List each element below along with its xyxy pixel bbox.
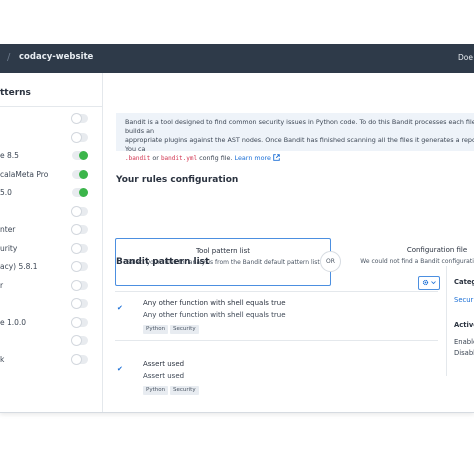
pattern-description: Any other function with shell equals tru… — [143, 311, 286, 319]
project-name-dropdown[interactable]: codacy-website — [19, 52, 93, 62]
sidebar-tool-item[interactable]: calaMeta Pro — [0, 167, 102, 183]
tool-toggle[interactable] — [72, 299, 88, 308]
tools-sidebar: tterns e 8.5 calaMeta Pro 5.0 nter urity acy)… — [0, 73, 103, 412]
tool-toggle[interactable] — [72, 114, 88, 123]
pattern-settings-button[interactable] — [418, 276, 440, 290]
category-heading: Categ — [454, 278, 474, 286]
learn-more-link[interactable]: Learn more — [235, 154, 281, 162]
list-divider — [115, 291, 438, 292]
sidebar-tool-label: 5.0 — [0, 188, 12, 197]
pattern-description: Assert used — [143, 372, 185, 380]
pattern-title[interactable]: Assert used — [143, 360, 184, 368]
sidebar-tool-item[interactable] — [0, 111, 102, 127]
pattern-tag: Python — [143, 325, 169, 334]
toggle-knob — [72, 114, 81, 123]
toggle-knob — [72, 317, 81, 327]
tool-toggle[interactable] — [72, 317, 88, 327]
tool-description-box: Bandit is a tool designed to find common… — [116, 113, 474, 162]
filter-disabled[interactable]: Disabl — [454, 349, 474, 357]
tool-toggle[interactable] — [72, 280, 88, 290]
tool-toggle[interactable] — [72, 132, 88, 142]
chevron-down-icon[interactable]: ⌄ — [84, 53, 90, 61]
sidebar-tool-item[interactable] — [0, 296, 102, 312]
toggle-knob — [72, 336, 81, 345]
tool-toggle[interactable] — [72, 225, 88, 234]
tool-toggle[interactable] — [72, 243, 88, 253]
tool-description: Bandit is a tool designed to find common… — [125, 118, 474, 163]
config-file-text: config file. — [199, 154, 233, 162]
sidebar-tool-item[interactable]: e 1.0.0 — [0, 315, 102, 331]
tool-toggle[interactable] — [72, 188, 88, 197]
description-line-1: Bandit is a tool designed to find common… — [125, 118, 474, 135]
sidebar-tool-label: k — [0, 354, 5, 364]
pattern-enabled-checkbox[interactable]: ✔ — [117, 365, 123, 373]
tool-pattern-title: Tool pattern list — [195, 247, 251, 255]
config-filename: .bandit — [125, 155, 151, 162]
toggle-knob — [72, 206, 81, 216]
sidebar-tool-item[interactable]: urity — [0, 241, 102, 257]
description-line-2: appropriate plugins against the AST node… — [125, 136, 474, 153]
tool-toggle[interactable] — [72, 336, 88, 345]
tool-toggle[interactable] — [72, 354, 88, 364]
sidebar-tool-item[interactable]: e 8.5 — [0, 148, 102, 164]
tool-toggle[interactable] — [72, 169, 88, 179]
rules-config-heading: Your rules configuration — [116, 175, 239, 185]
toggle-knob — [79, 188, 88, 197]
configuration-file-title: Configuration file — [406, 246, 468, 254]
sidebar-tool-label: urity — [0, 243, 18, 253]
tool-toggle[interactable] — [72, 206, 88, 216]
category-security-link[interactable]: Secur — [454, 296, 473, 304]
sidebar-tool-label: nter — [0, 225, 16, 234]
pattern-enabled-checkbox[interactable]: ✔ — [117, 304, 123, 312]
toggle-knob — [72, 225, 81, 234]
sidebar-tool-label: e 8.5 — [0, 151, 19, 160]
gear-icon — [422, 279, 429, 286]
toggle-knob — [79, 151, 88, 160]
pattern-list-heading: Bandit pattern list — [116, 257, 210, 267]
pattern-tag: Security — [170, 325, 199, 334]
sidebar-title: tterns — [0, 88, 31, 98]
breadcrumb-separator: / — [7, 52, 11, 63]
sidebar-tool-label: e 1.0.0 — [0, 317, 27, 327]
sidebar-tool-item[interactable] — [0, 130, 102, 146]
sidebar-divider — [0, 106, 102, 107]
filter-enabled[interactable]: Enable — [454, 338, 474, 346]
toggle-knob — [72, 354, 81, 364]
toggle-knob — [72, 280, 81, 290]
pattern-tag: Security — [170, 386, 199, 395]
sidebar-tool-item[interactable]: 5.0 — [0, 185, 102, 201]
tool-toggle[interactable] — [72, 262, 88, 271]
tool-toggle[interactable] — [72, 151, 88, 160]
sidebar-tool-item[interactable]: r — [0, 278, 102, 294]
app-window: / codacy-website ⌄ Doe tterns e 8.5 calaM… — [0, 44, 474, 413]
config-filename-alt: bandit.yml — [160, 155, 198, 162]
toggle-knob — [79, 169, 88, 179]
sidebar-tool-item[interactable] — [0, 204, 102, 220]
sidebar-tool-label: acy) 5.8.1 — [0, 262, 38, 271]
toggle-knob — [72, 299, 81, 308]
pattern-title[interactable]: Any other function with shell equals tru… — [143, 299, 286, 307]
or-word: or — [152, 154, 159, 162]
user-menu[interactable]: Doe — [458, 53, 473, 62]
top-navbar: / codacy-website ⌄ Doe — [0, 44, 474, 73]
sidebar-tool-item[interactable] — [0, 333, 102, 349]
sidebar-tool-item[interactable]: nter — [0, 222, 102, 238]
list-divider — [115, 340, 438, 341]
toggle-knob — [72, 243, 81, 253]
pattern-tag: Python — [143, 386, 169, 395]
sidebar-tool-item[interactable]: k — [0, 352, 102, 368]
sidebar-tool-item[interactable]: acy) 5.8.1 — [0, 259, 102, 275]
external-link-icon — [273, 154, 280, 161]
toggle-knob — [72, 262, 81, 271]
chevron-down-icon — [431, 281, 436, 285]
sidebar-tool-label: r — [0, 280, 4, 290]
toggle-knob — [72, 132, 81, 142]
active-heading: Active — [454, 321, 474, 329]
sidebar-tool-label: calaMeta Pro — [0, 169, 49, 179]
